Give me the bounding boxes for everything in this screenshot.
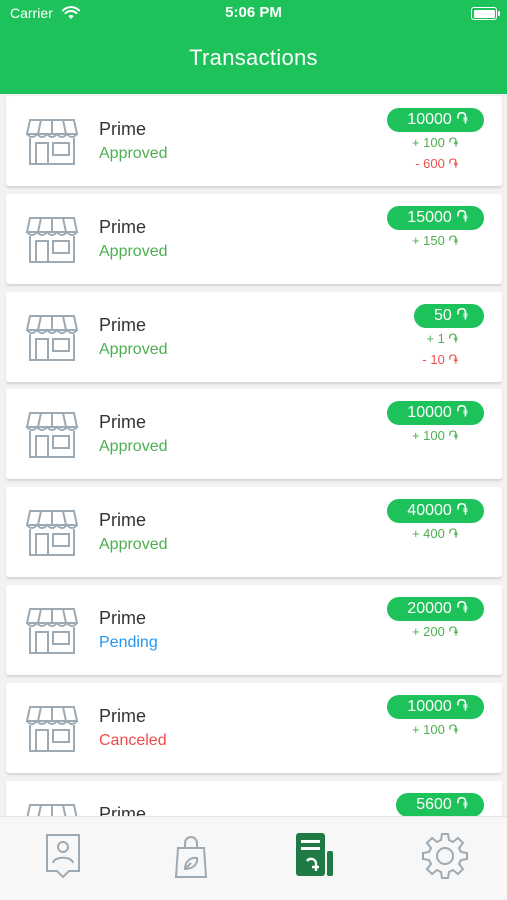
tab-profile[interactable]	[39, 831, 89, 881]
navigation-header: Carrier 5:06 PM Transactions	[0, 0, 507, 94]
merchant-name: Prime	[99, 314, 147, 335]
store-icon	[24, 507, 80, 559]
store-icon	[24, 703, 80, 755]
status-bar: Carrier 5:06 PM	[0, 0, 507, 30]
amounts-group: 10000 ֏ + 100 ֏	[334, 401, 484, 446]
transaction-status: Approved	[99, 145, 168, 162]
transaction-card[interactable]: Prime Approved 10000 ֏ + 100 ֏	[6, 389, 502, 480]
tab-bar	[0, 816, 507, 900]
amount-badge: 5600 ֏	[396, 792, 484, 816]
amount-badge: 15000 ֏	[387, 205, 484, 230]
merchant-name: Prime	[99, 705, 147, 726]
merchant-name: Prime	[99, 608, 147, 628]
receipt-icon	[296, 833, 333, 876]
amounts-group: 15000 ֏ + 150 ֏	[334, 205, 484, 251]
transaction-card[interactable]: Prime Canceled 10000 ֏ + 100 ֏	[6, 682, 502, 773]
store-icon	[24, 312, 80, 364]
store-icon	[24, 409, 80, 461]
amounts-group: 5600 ֏	[334, 792, 484, 816]
tab-shop[interactable]	[166, 831, 216, 881]
bonus-amount: + 100 ֏	[411, 135, 458, 150]
bonus-amount: + 150 ֏	[411, 232, 458, 248]
bonus-amount: + 100 ֏	[411, 428, 458, 444]
amounts-group: 50 ֏ + 1 ֏ - 10 ֏	[334, 303, 484, 370]
page-title: Transactions	[189, 45, 318, 70]
tab-transactions[interactable]	[293, 831, 343, 881]
amounts-group: 20000 ֏ + 200 ֏	[334, 597, 484, 642]
deduction-amount: - 600 ֏	[415, 156, 458, 171]
store-icon	[24, 801, 80, 816]
deduction-amount: - 10 ֏	[422, 351, 458, 367]
amount-badge: 10000 ֏	[387, 694, 484, 719]
shopping-bag-icon	[174, 836, 208, 878]
transactions-list[interactable]: Prime Approved 10000 ֏ + 100 ֏ - 600 ֏ Prime A…	[0, 94, 507, 816]
bonus-amount: + 400 ֏	[411, 526, 458, 542]
transaction-card[interactable]: Prime Approved 40000 ֏ + 400 ֏	[6, 487, 502, 578]
battery-icon	[471, 7, 500, 20]
amount-badge: 40000 ֏	[387, 499, 484, 524]
amount-badge: 50 ֏	[413, 303, 484, 328]
amounts-group: 10000 ֏ + 100 ֏ - 600 ֏	[334, 108, 484, 174]
amounts-group: 40000 ֏ + 400 ֏	[334, 499, 484, 544]
profile-icon	[46, 834, 80, 879]
transaction-card[interactable]: Prime Approved 50 ֏ + 1 ֏ - 10 ֏	[6, 291, 502, 382]
gear-icon	[422, 833, 468, 879]
tab-settings[interactable]	[420, 831, 470, 881]
transaction-card[interactable]: Prime Approved 15000 ֏ + 150 ֏	[6, 193, 502, 284]
status-time: 5:06 PM	[225, 4, 282, 21]
transaction-status: Approved	[99, 340, 168, 358]
merchant-name: Prime	[99, 119, 147, 139]
store-icon	[24, 605, 80, 657]
merchant-name: Prime	[99, 216, 147, 237]
amounts-group: 10000 ֏ + 100 ֏	[334, 694, 484, 740]
amount-badge: 20000 ֏	[387, 597, 484, 621]
amount-badge: 10000 ֏	[387, 401, 484, 426]
merchant-name: Prime	[99, 510, 147, 531]
bonus-amount: + 200 ֏	[411, 624, 458, 639]
transaction-status: Pending	[99, 634, 158, 651]
bonus-amount: + 1 ֏	[426, 330, 458, 346]
transaction-status: Approved	[99, 438, 168, 456]
transaction-card[interactable]: Prime Approved 10000 ֏ + 100 ֏ - 600 ֏	[6, 96, 502, 186]
transaction-card[interactable]: Prime Pending 20000 ֏ + 200 ֏	[6, 585, 502, 675]
merchant-name: Prime	[99, 803, 147, 816]
bonus-amount: + 100 ֏	[411, 721, 458, 737]
store-icon	[24, 116, 80, 168]
transaction-card[interactable]: Prime 5600 ֏	[6, 780, 502, 816]
merchant-name: Prime	[99, 412, 147, 433]
store-icon	[24, 214, 80, 266]
transaction-status: Canceled	[99, 731, 167, 749]
transaction-status: Approved	[99, 242, 168, 260]
amount-badge: 10000 ֏	[387, 108, 484, 132]
transaction-status: Approved	[99, 536, 168, 554]
